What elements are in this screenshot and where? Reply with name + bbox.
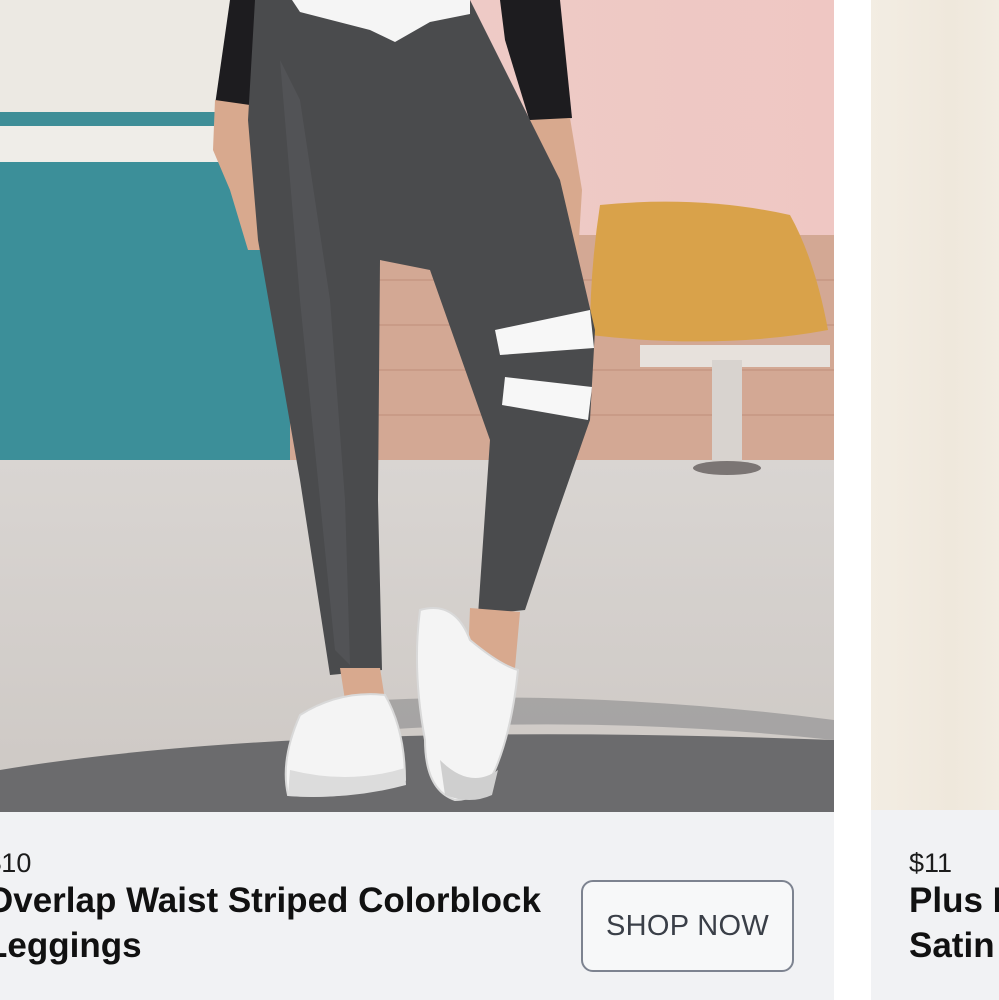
product-card[interactable]: $10 Overlap Waist Striped Colorblock Leg… <box>0 0 834 1000</box>
product-title-next-line1: Plus E <box>909 881 999 920</box>
product-price: $10 <box>0 848 32 878</box>
ad-carousel: $10 Overlap Waist Striped Colorblock Leg… <box>0 0 999 1000</box>
product-price-next: $11 <box>909 848 953 878</box>
product-title[interactable]: Overlap Waist Striped Colorblock Legging… <box>0 878 546 968</box>
product-title-next-line2: Satin <box>909 926 995 965</box>
product-image[interactable] <box>0 0 834 812</box>
shop-now-button[interactable]: SHOP NOW <box>581 880 794 972</box>
product-image-next[interactable] <box>871 0 999 810</box>
product-title-next[interactable]: Plus E Satin <box>909 878 999 968</box>
product-card-next[interactable]: $11 Plus E Satin <box>871 0 999 1000</box>
product-info: $10 Overlap Waist Striped Colorblock Leg… <box>0 812 834 1000</box>
